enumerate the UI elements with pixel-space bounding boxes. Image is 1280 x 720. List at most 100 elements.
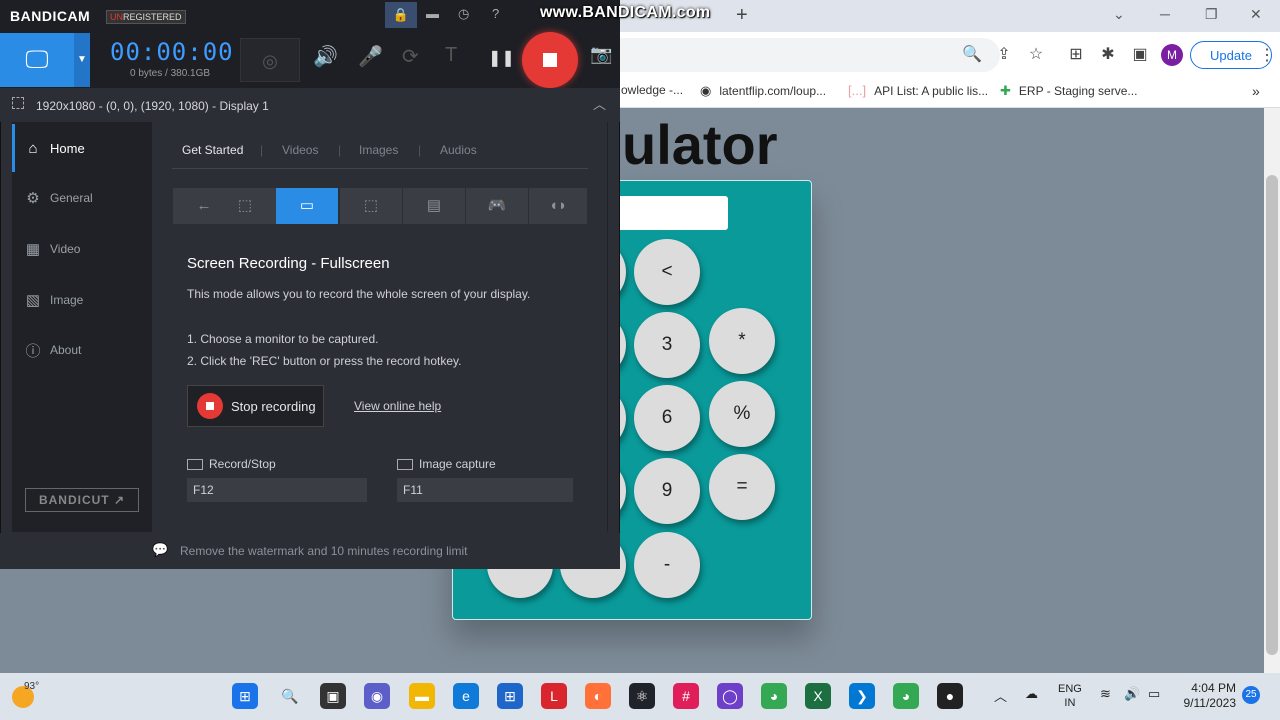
region-mode-icon[interactable]: ⬚ (214, 188, 276, 224)
calculator-key[interactable]: 9 (634, 458, 700, 524)
pause-icon[interactable]: ❚❚ (488, 48, 515, 68)
close-button[interactable]: ✕ (1250, 6, 1262, 23)
firefox-icon[interactable]: ◐ (585, 683, 611, 709)
windows-start-icon[interactable]: ⊞ (232, 683, 258, 709)
zoom-icon[interactable]: 🔍 (961, 44, 983, 66)
react-icon[interactable]: ⚛ (629, 683, 655, 709)
clock-icon[interactable]: ◷ (458, 6, 469, 22)
tab-get-started[interactable]: Get Started (182, 143, 243, 157)
text-overlay-icon[interactable]: T (445, 44, 457, 67)
chrome-icon[interactable]: ◕ (893, 683, 919, 709)
watermark-notice-link[interactable]: Remove the watermark and 10 minutes reco… (180, 544, 467, 558)
speaker-icon[interactable]: 🔊 (313, 44, 338, 69)
language-indicator[interactable]: ENG IN (1058, 682, 1082, 710)
new-tab-button[interactable]: + (736, 4, 748, 27)
mode-heading: Screen Recording - Fullscreen (187, 255, 390, 272)
more-icon[interactable]: ⋮ (1256, 45, 1278, 67)
stop-recording-label: Stop recording (231, 398, 316, 414)
sidebar-item-video[interactable]: ▦ Video (12, 225, 152, 273)
bandicut-button[interactable]: BANDICUT ↗ (25, 488, 139, 512)
image-capture-label: Image capture (397, 457, 496, 471)
sidebar-item-image[interactable]: ▧ Image (12, 276, 152, 324)
device-mode-icon[interactable]: ▤ (403, 188, 465, 224)
clock-date: 9/11/2023 (1183, 696, 1237, 710)
edge-icon[interactable]: e (453, 683, 479, 709)
calculator-key[interactable]: 3 (634, 312, 700, 378)
camera-icon[interactable]: 📷 (590, 44, 612, 65)
github-icon[interactable]: ◯ (717, 683, 743, 709)
region-icon (12, 97, 24, 109)
tray-chevron-icon[interactable]: ︿ (994, 686, 1007, 705)
record-stop-hotkey-field[interactable] (187, 478, 367, 502)
video-icon: ▦ (25, 241, 41, 258)
sidebar-item-about[interactable]: ⓘ About (12, 326, 152, 374)
bookmark-item[interactable]: ◉ latentflip.com/loup... (700, 83, 826, 99)
wifi-icon[interactable]: ≋ (1100, 686, 1111, 702)
collapse-icon[interactable]: ︿ (593, 94, 606, 113)
help-icon[interactable]: ? (492, 6, 499, 21)
more-bookmarks-button[interactable]: » (1252, 83, 1260, 99)
share-icon[interactable]: ⇪ (993, 44, 1015, 66)
monitor-icon[interactable]: 🖵 (0, 33, 74, 87)
webcam-icon[interactable]: ◎ (240, 38, 300, 82)
volume-icon[interactable]: 🔊 (1124, 686, 1140, 702)
calculator-key[interactable]: 6 (634, 385, 700, 451)
chrome-icon[interactable]: ◕ (761, 683, 787, 709)
chevron-down-icon[interactable]: ▼ (74, 33, 90, 87)
fullscreen-mode-icon[interactable]: ▭ (276, 188, 338, 224)
folder-icon[interactable]: ▬ (426, 6, 439, 21)
app-l-icon[interactable]: L (541, 683, 567, 709)
tab-images[interactable]: Images (359, 143, 398, 157)
image-capture-hotkey-field[interactable] (397, 478, 573, 502)
unregistered-badge: UNREGISTERED (106, 10, 186, 24)
stop-recording-button[interactable]: Stop recording (187, 385, 324, 427)
audio-mode-icon[interactable]: ◖◗ (529, 188, 587, 224)
calculator-key[interactable]: * (709, 308, 775, 374)
bookmark-item[interactable]: owledge -... (621, 83, 683, 97)
extension-icon[interactable]: ⊞ (1065, 44, 1087, 66)
excel-icon[interactable]: X (805, 683, 831, 709)
game-mode-icon[interactable]: 🎮 (466, 188, 528, 224)
sidebar-item-home[interactable]: ⌂ Home (12, 124, 152, 172)
puzzle-icon[interactable]: ✱ (1097, 44, 1119, 66)
bookmark-item[interactable]: ✚ ERP - Staging serve... (1000, 83, 1137, 99)
file-explorer-icon[interactable]: ▬ (409, 683, 435, 709)
keyboard-icon (187, 458, 203, 470)
search-icon[interactable]: 🔍 (277, 683, 303, 709)
minimize-button[interactable]: ─ (1160, 6, 1170, 22)
sidebar-item-general[interactable]: ⚙ General (12, 174, 152, 222)
profile-avatar[interactable]: M (1161, 44, 1183, 66)
system-clock[interactable]: 4:04 PM 9/11/2023 (1180, 681, 1237, 711)
calculator-key[interactable]: % (709, 381, 775, 447)
slack-icon[interactable]: # (673, 683, 699, 709)
microphone-icon[interactable]: 🎤 (358, 44, 383, 69)
notification-badge[interactable]: 25 (1242, 686, 1260, 704)
task-view-icon[interactable]: ▣ (320, 683, 346, 709)
battery-icon[interactable]: ▭ (1148, 686, 1160, 702)
bandicam-watermark: www.BANDICAM.com (540, 4, 711, 21)
cloud-icon[interactable]: ☁ (1025, 686, 1038, 702)
tab-videos[interactable]: Videos (282, 143, 318, 157)
address-bar[interactable] (600, 38, 1000, 72)
vscode-icon[interactable]: ❯ (849, 683, 875, 709)
star-icon[interactable]: ☆ (1025, 44, 1047, 66)
tab-audios[interactable]: Audios (440, 143, 477, 157)
calculator-key[interactable]: - (634, 532, 700, 598)
tab-list-button[interactable]: ⌄ (1113, 6, 1125, 23)
around-mouse-mode-icon[interactable]: ⬚ (340, 188, 402, 224)
view-online-help-link[interactable]: View online help (354, 399, 441, 413)
bandicam-titlebar (0, 0, 620, 32)
bandicam-icon[interactable]: ● (937, 683, 963, 709)
home-icon: ⌂ (28, 139, 38, 157)
calculator-key[interactable]: < (634, 239, 700, 305)
teams-icon[interactable]: ◉ (364, 683, 390, 709)
lock-icon[interactable]: 🔒 (385, 2, 417, 28)
cursor-effect-icon[interactable]: ⟳ (402, 44, 419, 69)
restore-button[interactable]: ❐ (1205, 6, 1218, 23)
sidebar-icon[interactable]: ▣ (1129, 44, 1151, 66)
scrollbar-thumb[interactable] (1266, 175, 1278, 655)
image-icon: ▧ (25, 292, 41, 309)
bookmark-item[interactable]: [...] API List: A public lis... (848, 83, 988, 98)
store-icon[interactable]: ⊞ (497, 683, 523, 709)
calculator-key[interactable]: = (709, 454, 775, 520)
